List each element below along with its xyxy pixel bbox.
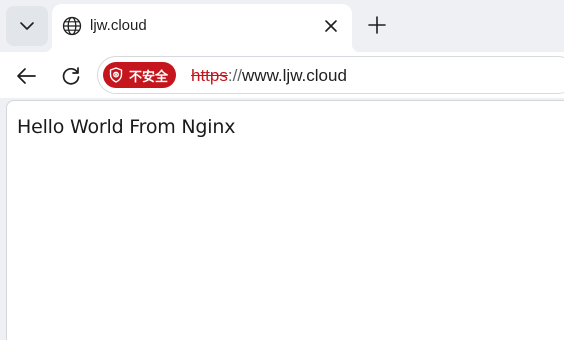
plus-icon (368, 16, 386, 34)
tab-close-button[interactable] (320, 15, 342, 37)
page-body-text: Hello World From Nginx (17, 116, 236, 138)
tab-strip: ljw.cloud (0, 0, 564, 52)
reload-button[interactable] (55, 60, 87, 92)
chevron-down-icon (20, 22, 34, 30)
url-host: www.ljw.cloud (242, 66, 347, 85)
url-scheme: https (191, 66, 228, 85)
url-text: https://www.ljw.cloud (191, 66, 347, 86)
close-icon (325, 20, 337, 32)
new-tab-button[interactable] (362, 10, 392, 40)
globe-icon (62, 16, 82, 36)
tab-title: ljw.cloud (90, 17, 147, 34)
url-separator: :// (227, 66, 243, 85)
tab-search-button[interactable] (6, 6, 48, 46)
back-button[interactable] (10, 60, 42, 92)
shield-alert-icon (109, 67, 123, 83)
tab-active[interactable]: ljw.cloud (44, 4, 360, 52)
arrow-left-icon (17, 68, 36, 84)
address-bar[interactable]: 不安全 https://www.ljw.cloud (97, 56, 564, 94)
security-label: 不安全 (129, 69, 169, 85)
page-content: Hello World From Nginx (6, 100, 564, 340)
toolbar: 不安全 https://www.ljw.cloud (0, 52, 564, 98)
reload-icon (62, 67, 80, 85)
security-indicator-chip[interactable]: 不安全 (103, 62, 177, 88)
